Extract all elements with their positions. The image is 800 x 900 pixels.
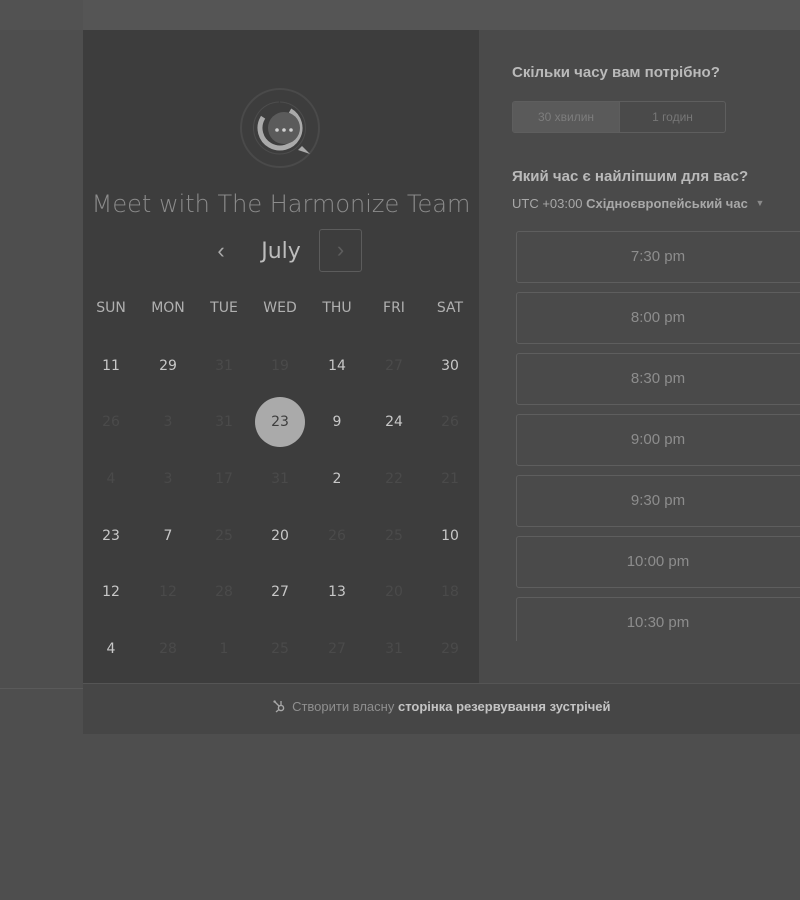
calendar-day: 12 — [159, 584, 177, 600]
calendar-day[interactable]: 29 — [143, 341, 193, 391]
caret-down-icon: ▼ — [755, 198, 765, 208]
calendar-day[interactable]: 4 — [86, 624, 136, 674]
calendar-day: 3 — [163, 414, 173, 430]
calendar-day: 27 — [328, 641, 346, 657]
calendar-day[interactable]: 30 — [425, 341, 475, 391]
time-slot-button[interactable]: 9:30 pm — [516, 475, 800, 527]
calendar-day: 27 — [385, 358, 403, 374]
calendar-day: 25 — [215, 528, 233, 544]
calendar-day[interactable]: 2 — [312, 454, 362, 504]
calendar-day: 3 — [163, 471, 173, 487]
selected-day[interactable]: 23 — [255, 397, 305, 447]
calendar-day: 20 — [385, 584, 403, 600]
calendar-day[interactable]: 11 — [86, 341, 136, 391]
duration-1h-button[interactable]: 1 годин — [620, 102, 725, 132]
time-slot-button[interactable]: 8:00 pm — [516, 292, 800, 344]
calendar-day: 26 — [328, 528, 346, 544]
calendar-day: 4 — [106, 471, 116, 487]
calendar-day: 18 — [441, 584, 459, 600]
calendar-day: 28 — [159, 641, 177, 657]
calendar-day[interactable]: 20 — [255, 511, 305, 561]
calendar-day: 22 — [385, 471, 403, 487]
hubspot-sprocket-icon — [273, 700, 285, 713]
calendar-day[interactable]: 23 — [86, 511, 136, 561]
time-slot-list: 7:30 pm 8:00 pm 8:30 pm 9:00 pm 9:30 pm 10:00… — [516, 231, 800, 641]
calendar-day: 26 — [441, 414, 459, 430]
footer-text: Створити власну сторінка резервування зу… — [83, 699, 800, 714]
duration-30min-button[interactable]: 30 хвилин — [513, 102, 620, 132]
calendar-grid: 11 29 31 19 14 27 30 26 3 31 23 9 24 26 4 3 17 31 2 22 21 23 7… — [83, 0, 479, 700]
calendar-day[interactable]: 24 — [369, 397, 419, 447]
calendar-day[interactable]: 10 — [425, 511, 475, 561]
calendar-day: 25 — [271, 641, 289, 657]
time-slot-button[interactable]: 8:30 pm — [516, 353, 800, 405]
time-slot-button[interactable]: 10:30 pm — [516, 597, 800, 641]
calendar-day: 31 — [215, 358, 233, 374]
calendar-day: 29 — [441, 641, 459, 657]
calendar-day[interactable]: 9 — [312, 397, 362, 447]
footer-prefix: Створити власну — [292, 699, 395, 714]
calendar-day: 31 — [215, 414, 233, 430]
time-slot-button[interactable]: 9:00 pm — [516, 414, 800, 466]
footer-link[interactable]: сторінка резервування зустрічей — [398, 699, 611, 714]
divider — [0, 688, 83, 689]
time-question: Який час є найліпшим для вас? — [512, 168, 749, 185]
calendar-day[interactable]: 27 — [255, 567, 305, 617]
calendar-day[interactable]: 7 — [143, 511, 193, 561]
calendar-day: 17 — [215, 471, 233, 487]
duration-selector: 30 хвилин 1 годин — [512, 101, 726, 133]
calendar-day[interactable]: 12 — [86, 567, 136, 617]
calendar-day: 28 — [215, 584, 233, 600]
timezone-offset: UTC +03:00 — [512, 196, 583, 211]
calendar-day: 25 — [385, 528, 403, 544]
calendar-day[interactable]: 14 — [312, 341, 362, 391]
calendar-day: 26 — [102, 414, 120, 430]
time-slot-button[interactable]: 10:00 pm — [516, 536, 800, 588]
calendar-day: 1 — [219, 641, 229, 657]
calendar-day[interactable]: 13 — [312, 567, 362, 617]
calendar-day: 21 — [441, 471, 459, 487]
timezone-name: Східноєвропейський час — [586, 196, 748, 211]
calendar-day: 19 — [271, 358, 289, 374]
calendar-day: 31 — [271, 471, 289, 487]
time-slot-button[interactable]: 7:30 pm — [516, 231, 800, 283]
calendar-day: 31 — [385, 641, 403, 657]
timezone-dropdown[interactable]: UTC +03:00 Східноєвропейський час ▼ — [512, 196, 764, 211]
duration-question: Скільки часу вам потрібно? — [512, 64, 720, 81]
